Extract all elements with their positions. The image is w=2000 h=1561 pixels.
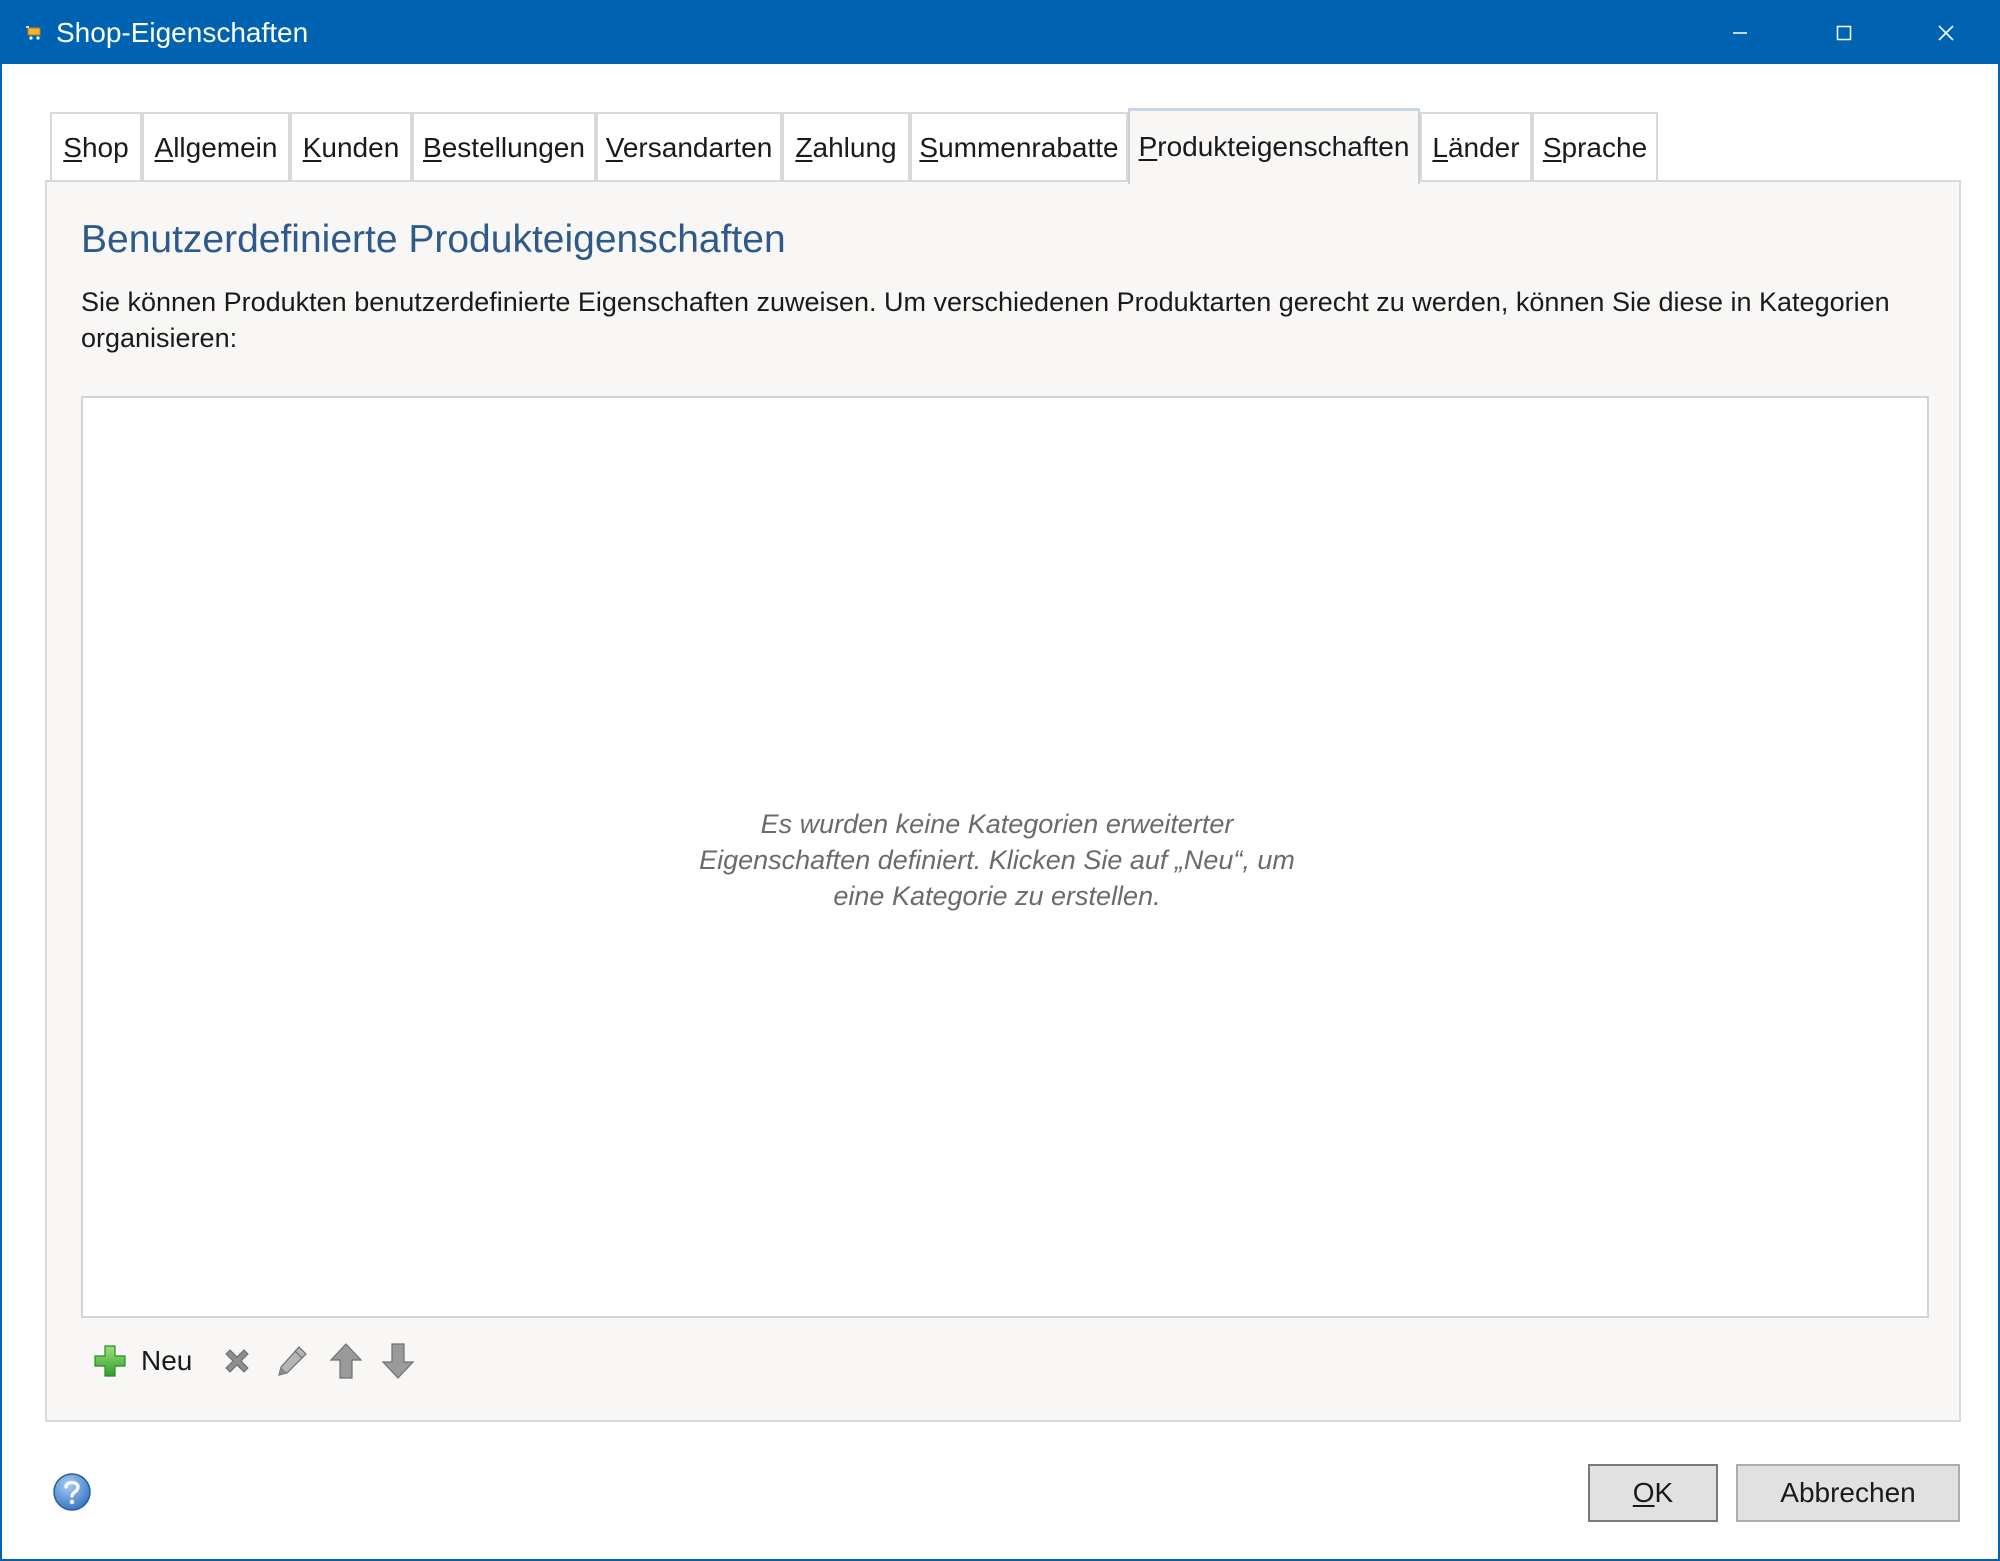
tab-kunden-label: unden bbox=[321, 132, 400, 163]
section-description: Sie können Produkten benutzerdefinierte … bbox=[81, 287, 1890, 353]
tab-panel: Benutzerdefinierte Produkteigenschaften … bbox=[45, 180, 1961, 1422]
edit-icon bbox=[278, 1346, 307, 1376]
move-down-button[interactable] bbox=[381, 1338, 415, 1384]
tab-zahlung[interactable]: Zahlung bbox=[782, 112, 910, 180]
delete-button[interactable] bbox=[221, 1338, 253, 1384]
title-bar[interactable]: Shop-Eigenschaften bbox=[2, 2, 1998, 64]
maximize-icon bbox=[1836, 25, 1852, 41]
tab-produkteigenschaften[interactable]: Produkteigenschaften bbox=[1128, 108, 1420, 184]
close-button[interactable] bbox=[1894, 2, 1998, 64]
add-icon bbox=[94, 1345, 126, 1377]
tab-sprache-label: prache bbox=[1561, 132, 1648, 163]
help-icon[interactable] bbox=[52, 1472, 92, 1512]
dialog-window: Shop-Eigenschaften Shop Allgemein Kunden… bbox=[0, 0, 2000, 1561]
maximize-button[interactable] bbox=[1792, 2, 1896, 64]
close-icon bbox=[1938, 25, 1954, 41]
tab-summenrabatte-label: ummenrabatte bbox=[938, 132, 1119, 163]
tab-kunden[interactable]: Kunden bbox=[290, 112, 412, 180]
tab-laender[interactable]: Länder bbox=[1420, 112, 1532, 180]
minimize-button[interactable] bbox=[1688, 2, 1792, 64]
section-title: Benutzerdefinierte Produkteigenschaften bbox=[81, 218, 786, 261]
ok-button-label: K bbox=[1654, 1477, 1674, 1508]
tab-bestellungen[interactable]: Bestellungen bbox=[412, 112, 596, 180]
move-up-icon bbox=[329, 1343, 363, 1379]
category-list[interactable]: Es wurden keine Kategorien erweiterter E… bbox=[81, 396, 1929, 1318]
tab-laender-label: änder bbox=[1447, 132, 1520, 163]
tab-bestellungen-label: estellungen bbox=[441, 132, 585, 163]
tab-versandarten[interactable]: Versandarten bbox=[596, 112, 782, 180]
move-down-icon bbox=[381, 1343, 415, 1379]
tab-allgemein-label: llgemein bbox=[173, 132, 278, 163]
tab-versandarten-label: ersandarten bbox=[622, 132, 773, 163]
tab-allgemein[interactable]: Allgemein bbox=[142, 112, 290, 180]
tab-produkteigenschaften-label: rodukteigenschaften bbox=[1157, 131, 1410, 162]
minimize-icon bbox=[1733, 32, 1747, 34]
shop-app-icon bbox=[26, 26, 41, 40]
move-up-button[interactable] bbox=[329, 1338, 363, 1384]
delete-icon bbox=[225, 1349, 249, 1373]
cancel-button[interactable]: Abbrechen bbox=[1736, 1464, 1960, 1522]
window-title: Shop-Eigenschaften bbox=[56, 17, 309, 48]
ok-button[interactable]: OK bbox=[1588, 1464, 1718, 1522]
tab-zahlung-label: ahlung bbox=[812, 132, 897, 163]
tab-sprache[interactable]: Sprache bbox=[1532, 112, 1658, 180]
tab-shop[interactable]: Shop bbox=[50, 112, 142, 180]
tab-shop-label: hop bbox=[81, 132, 129, 163]
new-button[interactable]: Neu bbox=[93, 1338, 192, 1384]
edit-button[interactable] bbox=[275, 1338, 309, 1384]
new-button-label: Neu bbox=[141, 1345, 193, 1376]
empty-list-message: Es wurden keine Kategorien erweiterter E… bbox=[699, 809, 1295, 911]
tab-summenrabatte[interactable]: Summenrabatte bbox=[910, 112, 1128, 180]
